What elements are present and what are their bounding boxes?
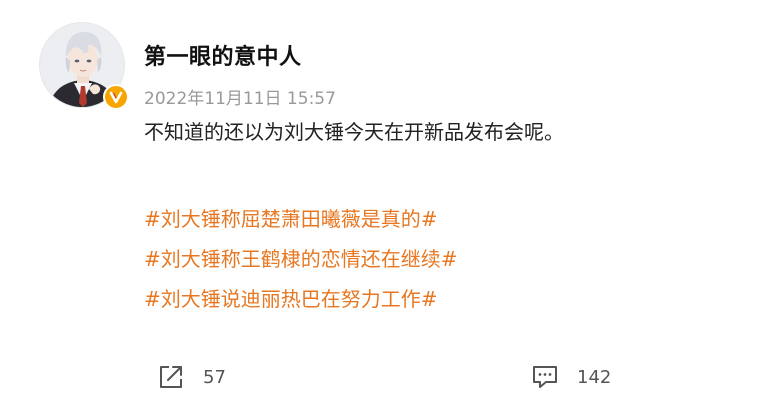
comment-count: 142 xyxy=(577,366,612,388)
comment-button[interactable]: 142 xyxy=(530,362,611,392)
hashtag-link[interactable]: #刘大锤称王鹤棣的恋情还在继续# xyxy=(144,246,458,286)
repost-count: 57 xyxy=(203,366,226,388)
post-timestamp[interactable]: 2022年11月11日 15:57 xyxy=(144,84,336,109)
share-icon xyxy=(156,362,186,392)
verified-v-icon xyxy=(109,91,123,104)
hashtag-list: #刘大锤称屈楚萧田曦薇是真的# #刘大锤称王鹤棣的恋情还在继续# #刘大锤说迪丽… xyxy=(144,206,458,326)
hashtag-link[interactable]: #刘大锤称屈楚萧田曦薇是真的# xyxy=(144,206,458,246)
author-name[interactable]: 第一眼的意中人 xyxy=(144,39,302,71)
author-avatar[interactable] xyxy=(39,22,129,110)
verified-badge xyxy=(103,84,129,110)
repost-button[interactable]: 57 xyxy=(156,362,226,392)
comment-icon xyxy=(530,362,560,392)
post-body-text: 不知道的还以为刘大锤今天在开新品发布会呢。 xyxy=(144,120,564,144)
weibo-post-card: 第一眼的意中人 2022年11月11日 15:57 不知道的还以为刘大锤今天在开… xyxy=(0,0,771,405)
hashtag-link[interactable]: #刘大锤说迪丽热巴在努力工作# xyxy=(144,286,458,326)
